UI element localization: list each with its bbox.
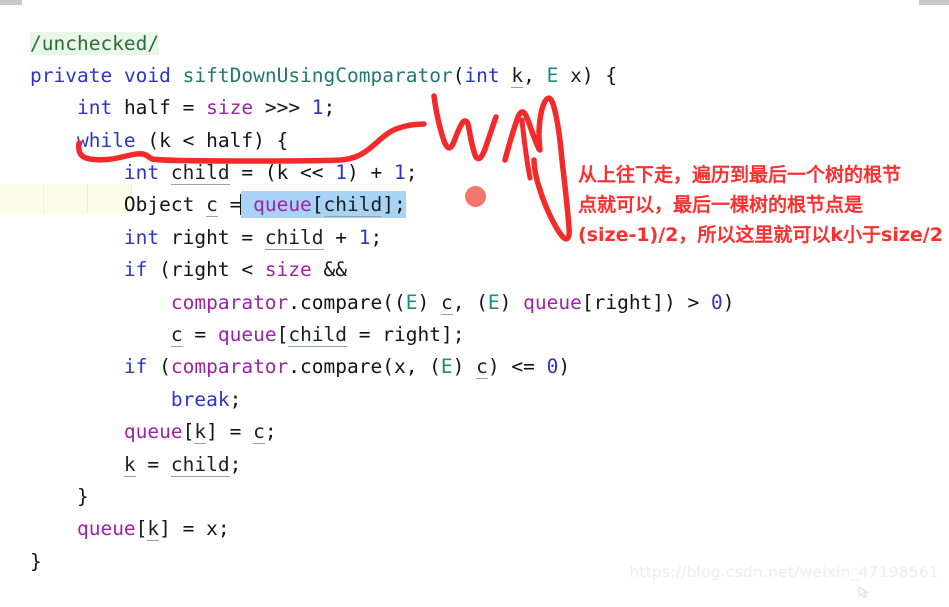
code-line-11[interactable]: if (comparator.compare(x, (E) c) <= 0)	[0, 351, 735, 383]
window-chrome-stub-left	[0, 0, 22, 5]
watermark-url: https://blog.csdn.net/weixin_47198561	[629, 563, 939, 581]
selected-text[interactable]: queue[child];	[241, 193, 406, 218]
window-chrome-stub-right	[919, 0, 949, 5]
code-line-9[interactable]: comparator.compare((E) c, (E) queue[righ…	[0, 287, 735, 319]
code-line-16[interactable]: queue[k] = x;	[0, 513, 735, 545]
code-line-10[interactable]: c = queue[child = right];	[0, 319, 735, 351]
red-dot-marker	[465, 186, 486, 207]
code-line-13[interactable]: queue[k] = c;	[0, 416, 735, 448]
code-line-4[interactable]: while (k < half) {	[0, 125, 735, 157]
mouse-cursor-icon	[858, 586, 870, 599]
code-line-15[interactable]: }	[0, 481, 735, 513]
code-line-3[interactable]: int half = size >>> 1;	[0, 92, 735, 124]
method-name: siftDownUsingComparator	[182, 63, 453, 87]
code-editor-surface[interactable]: /unchecked/private void siftDownUsingCom…	[0, 0, 949, 607]
code-line-14[interactable]: k = child;	[0, 449, 735, 481]
code-line-1[interactable]: /unchecked/	[0, 28, 735, 60]
code-line-17[interactable]: }	[0, 546, 735, 578]
annotation-note: 从上往下走，遍历到最后一个树的根节 点就可以，最后一棵树的根节点是 (size-…	[578, 164, 943, 246]
code-block[interactable]: /unchecked/private void siftDownUsingCom…	[0, 20, 735, 579]
code-line-12[interactable]: break;	[0, 384, 735, 416]
code-line-8[interactable]: if (right < size &&	[0, 254, 735, 286]
code-line-2[interactable]: private void siftDownUsingComparator(int…	[0, 60, 735, 92]
comment-unchecked: /unchecked/	[30, 31, 160, 55]
